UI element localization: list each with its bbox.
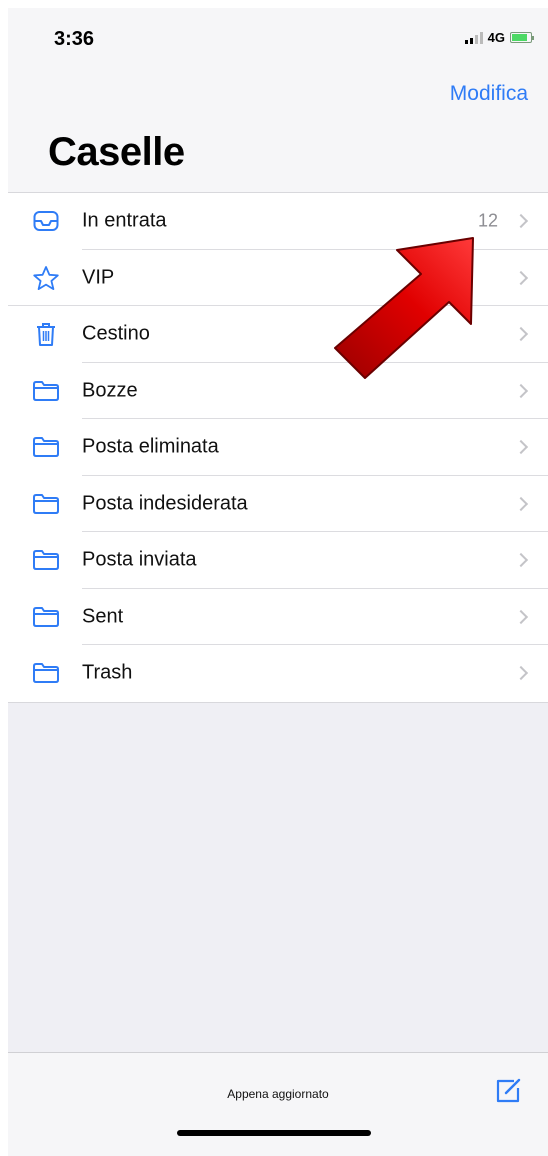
mailbox-label: Trash [82, 661, 133, 684]
mailbox-row[interactable]: In entrata 12 [8, 193, 548, 250]
mailbox-label: Posta eliminata [82, 435, 219, 458]
folder-icon [32, 660, 60, 686]
folder-icon [32, 434, 60, 460]
edit-button[interactable]: Modifica [450, 82, 528, 106]
star-icon [32, 265, 60, 291]
battery-icon [510, 32, 534, 43]
status-indicators: 4G [464, 30, 534, 45]
mailbox-row[interactable]: VIP [8, 250, 548, 306]
chevron-right-icon [513, 214, 529, 229]
chevron-right-icon [513, 440, 529, 455]
bottom-toolbar: Appena aggiornato [8, 1052, 548, 1156]
mailbox-label: Bozze [82, 379, 138, 402]
mailbox-label: Cestino [82, 322, 150, 345]
mailbox-row[interactable]: Posta inviata [8, 532, 548, 589]
chevron-right-icon [513, 496, 529, 511]
mailbox-row[interactable]: Posta indesiderata [8, 476, 548, 532]
mailbox-row[interactable]: Cestino [8, 306, 548, 363]
mailbox-label: Posta indesiderata [82, 492, 248, 515]
inbox-icon [32, 208, 60, 234]
folder-icon [32, 378, 60, 404]
folder-icon [32, 604, 60, 630]
home-indicator [177, 1130, 371, 1136]
mail-mailboxes-screen: 3:36 4G Modifica Caselle In entrata 12 VIP… [8, 8, 548, 1156]
page-title: Caselle [48, 130, 185, 174]
mailbox-list: In entrata 12 VIP Cestino Bozze Posta elimina… [8, 192, 548, 703]
mailbox-row[interactable]: Posta eliminata [8, 419, 548, 476]
chevron-right-icon [513, 666, 529, 681]
folder-icon [32, 491, 60, 517]
chevron-right-icon [513, 609, 529, 624]
mailbox-label: VIP [82, 266, 115, 289]
status-time: 3:36 [54, 28, 95, 50]
network-type: 4G [487, 30, 505, 45]
unread-count: 12 [477, 210, 498, 231]
status-bar: 3:36 4G [8, 8, 548, 68]
chevron-right-icon [513, 383, 529, 398]
update-status: Appena aggiornato [227, 1087, 329, 1101]
mailbox-row[interactable]: Bozze [8, 363, 548, 419]
chevron-right-icon [513, 327, 529, 342]
mailbox-row[interactable]: Sent [8, 589, 548, 645]
trash-icon [32, 321, 60, 347]
mailbox-row[interactable]: Trash [8, 645, 548, 702]
chevron-right-icon [513, 553, 529, 568]
signal-icon [464, 31, 483, 44]
chevron-right-icon [513, 270, 529, 285]
folder-icon [32, 547, 60, 573]
mailbox-label: In entrata [82, 209, 167, 232]
mailbox-label: Posta inviata [82, 548, 197, 571]
navigation-bar: Modifica Caselle [8, 68, 548, 192]
mailbox-label: Sent [82, 605, 124, 628]
compose-icon[interactable] [494, 1077, 522, 1105]
